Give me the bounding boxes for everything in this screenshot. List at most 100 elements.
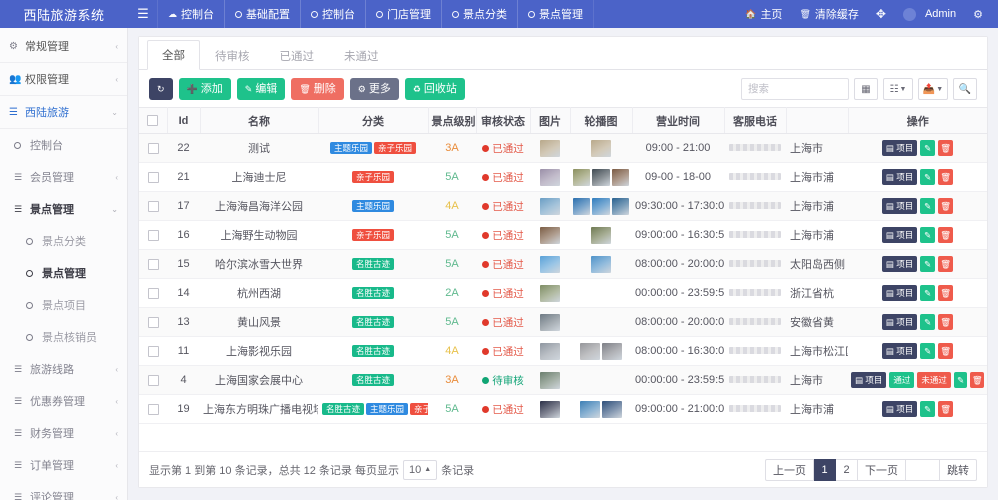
header-hours[interactable]: 营业时间 (632, 108, 724, 134)
row-project-button[interactable]: ▤ 项目 (882, 198, 917, 214)
row-delete-button[interactable]: 🗑 (970, 372, 984, 388)
table-row[interactable]: 11上海影视乐园名胜古迹4A已通过08:00:00 - 16:30:00上海市松… (139, 337, 987, 366)
row-project-button[interactable]: ▤ 项目 (882, 227, 917, 243)
row-delete-button[interactable]: 🗑 (938, 198, 953, 214)
thumbnail-image[interactable] (592, 198, 609, 215)
page-jump-input[interactable] (906, 459, 940, 481)
grid-icon[interactable]: ☷▼ (883, 78, 913, 100)
row-approve-button[interactable]: 通过 (889, 372, 914, 388)
sidebar-item-routes[interactable]: ☰ 旅游线路 ‹ (0, 353, 127, 385)
table-row[interactable]: 17上海海昌海洋公园主题乐园4A已通过09:30:00 - 17:30:00上海… (139, 192, 987, 221)
recycle-bin-button[interactable]: ♻ 回收站 (405, 78, 465, 100)
sidebar-item-general[interactable]: ⚙ 常规管理 ‹ (0, 30, 127, 62)
row-checkbox[interactable] (148, 375, 159, 386)
add-button[interactable]: ➕ 添加 (179, 78, 231, 100)
header-carousel[interactable]: 轮播图 (570, 108, 632, 134)
page-button-2[interactable]: 2 (836, 459, 858, 481)
nav-item-5[interactable]: 景点管理 (517, 0, 594, 28)
row-edit-button[interactable]: ✎ (920, 169, 935, 185)
nav-item-4[interactable]: 景点分类 (441, 0, 518, 28)
row-delete-button[interactable]: 🗑 (938, 401, 953, 417)
row-project-button[interactable]: ▤ 项目 (882, 256, 917, 272)
select-all-checkbox[interactable] (147, 115, 158, 126)
thumbnail-image[interactable] (540, 227, 560, 244)
header-name[interactable]: 名称 (200, 108, 318, 134)
row-delete-button[interactable]: 🗑 (938, 140, 953, 156)
nav-item-3[interactable]: 门店管理 (365, 0, 442, 28)
row-delete-button[interactable]: 🗑 (938, 256, 953, 272)
thumbnail-image[interactable] (573, 198, 590, 215)
sidebar-item-attraction-project[interactable]: 景点项目 (0, 289, 127, 321)
row-edit-button[interactable]: ✎ (920, 314, 935, 330)
row-checkbox[interactable] (148, 317, 159, 328)
thumbnail-image[interactable] (602, 401, 622, 418)
table-row[interactable]: 21上海迪士尼亲子乐园5A已通过09-00 - 18-00上海市浦▤ 项目✎🗑 (139, 163, 987, 192)
row-checkbox[interactable] (148, 259, 159, 270)
export-icon[interactable]: 📤▼ (918, 78, 948, 100)
row-checkbox[interactable] (148, 288, 159, 299)
sidebar-item-attraction-category[interactable]: 景点分类 (0, 225, 127, 257)
sidebar-item-coupons[interactable]: ☰ 优惠券管理 ‹ (0, 385, 127, 417)
search-icon[interactable]: 🔍 (953, 78, 977, 100)
row-checkbox[interactable] (148, 201, 159, 212)
row-edit-button[interactable]: ✎ (920, 227, 935, 243)
row-edit-button[interactable]: ✎ (920, 140, 935, 156)
sidebar-item-finance[interactable]: ☰ 财务管理 ‹ (0, 417, 127, 449)
row-edit-button[interactable]: ✎ (920, 285, 935, 301)
table-row[interactable]: 15哈尔滨冰雪大世界名胜古迹5A已通过08:00:00 - 20:00:00太阳… (139, 250, 987, 279)
sidebar-toggle-button[interactable]: ☰ (128, 0, 158, 28)
row-edit-button[interactable]: ✎ (920, 343, 935, 359)
fullscreen-button[interactable]: ✥ (867, 7, 895, 21)
edit-button[interactable]: ✎ 编辑 (237, 78, 286, 100)
row-reject-button[interactable]: 未通过 (917, 372, 951, 388)
table-row[interactable]: 22测试主题乐园亲子乐园3A已通过09:00 - 21:00上海市▤ 项目✎🗑 (139, 134, 987, 163)
row-project-button[interactable]: ▤ 项目 (882, 285, 917, 301)
row-project-button[interactable]: ▤ 项目 (882, 140, 917, 156)
more-button[interactable]: ⚙ 更多 (350, 78, 399, 100)
thumbnail-image[interactable] (540, 401, 560, 418)
thumbnail-image[interactable] (573, 169, 590, 186)
row-project-button[interactable]: ▤ 项目 (882, 343, 917, 359)
thumbnail-image[interactable] (612, 198, 629, 215)
page-button-1[interactable]: 1 (814, 459, 836, 481)
header-id[interactable]: Id (167, 108, 200, 134)
table-row[interactable]: 14杭州西湖名胜古迹2A已通过00:00:00 - 23:59:59浙江省杭▤ … (139, 279, 987, 308)
row-project-button[interactable]: ▤ 项目 (882, 401, 917, 417)
tab-approved[interactable]: 已通过 (265, 41, 330, 70)
tab-all[interactable]: 全部 (147, 40, 200, 70)
thumbnail-image[interactable] (540, 140, 560, 157)
thumbnail-image[interactable] (540, 343, 560, 360)
sidebar-item-attractions[interactable]: ☰ 景点管理 ⌄ (0, 193, 127, 225)
table-row[interactable]: 4上海国家会展中心名胜古迹3A待审核00:00:00 - 23:59:59上海市… (139, 366, 987, 395)
row-project-button[interactable]: ▤ 项目 (882, 314, 917, 330)
row-checkbox[interactable] (148, 404, 159, 415)
next-page-button[interactable]: 下一页 (858, 459, 906, 481)
sidebar-item-permissions[interactable]: 👥 权限管理 ‹ (0, 63, 127, 95)
columns-icon[interactable]: ▦ (854, 78, 878, 100)
search-input[interactable] (741, 78, 849, 100)
thumbnail-image[interactable] (591, 140, 611, 157)
sidebar-item-members[interactable]: ☰ 会员管理 ‹ (0, 161, 127, 193)
sidebar-item-xilu-travel[interactable]: ☰ 西陆旅游 ⌄ (0, 96, 127, 128)
row-delete-button[interactable]: 🗑 (938, 169, 953, 185)
thumbnail-image[interactable] (592, 169, 609, 186)
tab-pending[interactable]: 待审核 (200, 41, 265, 70)
row-delete-button[interactable]: 🗑 (938, 227, 953, 243)
row-edit-button[interactable]: ✎ (920, 198, 935, 214)
row-checkbox[interactable] (148, 346, 159, 357)
nav-item-0[interactable]: ☁ 控制台 (157, 0, 225, 28)
row-edit-button[interactable]: ✎ (920, 401, 935, 417)
header-image[interactable]: 图片 (530, 108, 570, 134)
delete-button[interactable]: 🗑 删除 (291, 78, 343, 100)
header-status[interactable]: 审核状态 (476, 108, 530, 134)
settings-button[interactable]: ⚙ (964, 8, 992, 21)
row-delete-button[interactable]: 🗑 (938, 285, 953, 301)
page-jump-button[interactable]: 跳转 (940, 459, 977, 481)
thumbnail-image[interactable] (612, 169, 629, 186)
sidebar-item-comments[interactable]: ☰ 评论管理 ‹ (0, 481, 127, 500)
row-delete-button[interactable]: 🗑 (938, 314, 953, 330)
table-row[interactable]: 19上海东方明珠广播电视塔名胜古迹主题乐园亲子乐园5A已通过09:00:00 -… (139, 395, 987, 424)
nav-item-1[interactable]: 基础配置 (224, 0, 301, 28)
row-checkbox[interactable] (148, 143, 159, 154)
home-button[interactable]: 🏠 主页 (736, 6, 791, 22)
